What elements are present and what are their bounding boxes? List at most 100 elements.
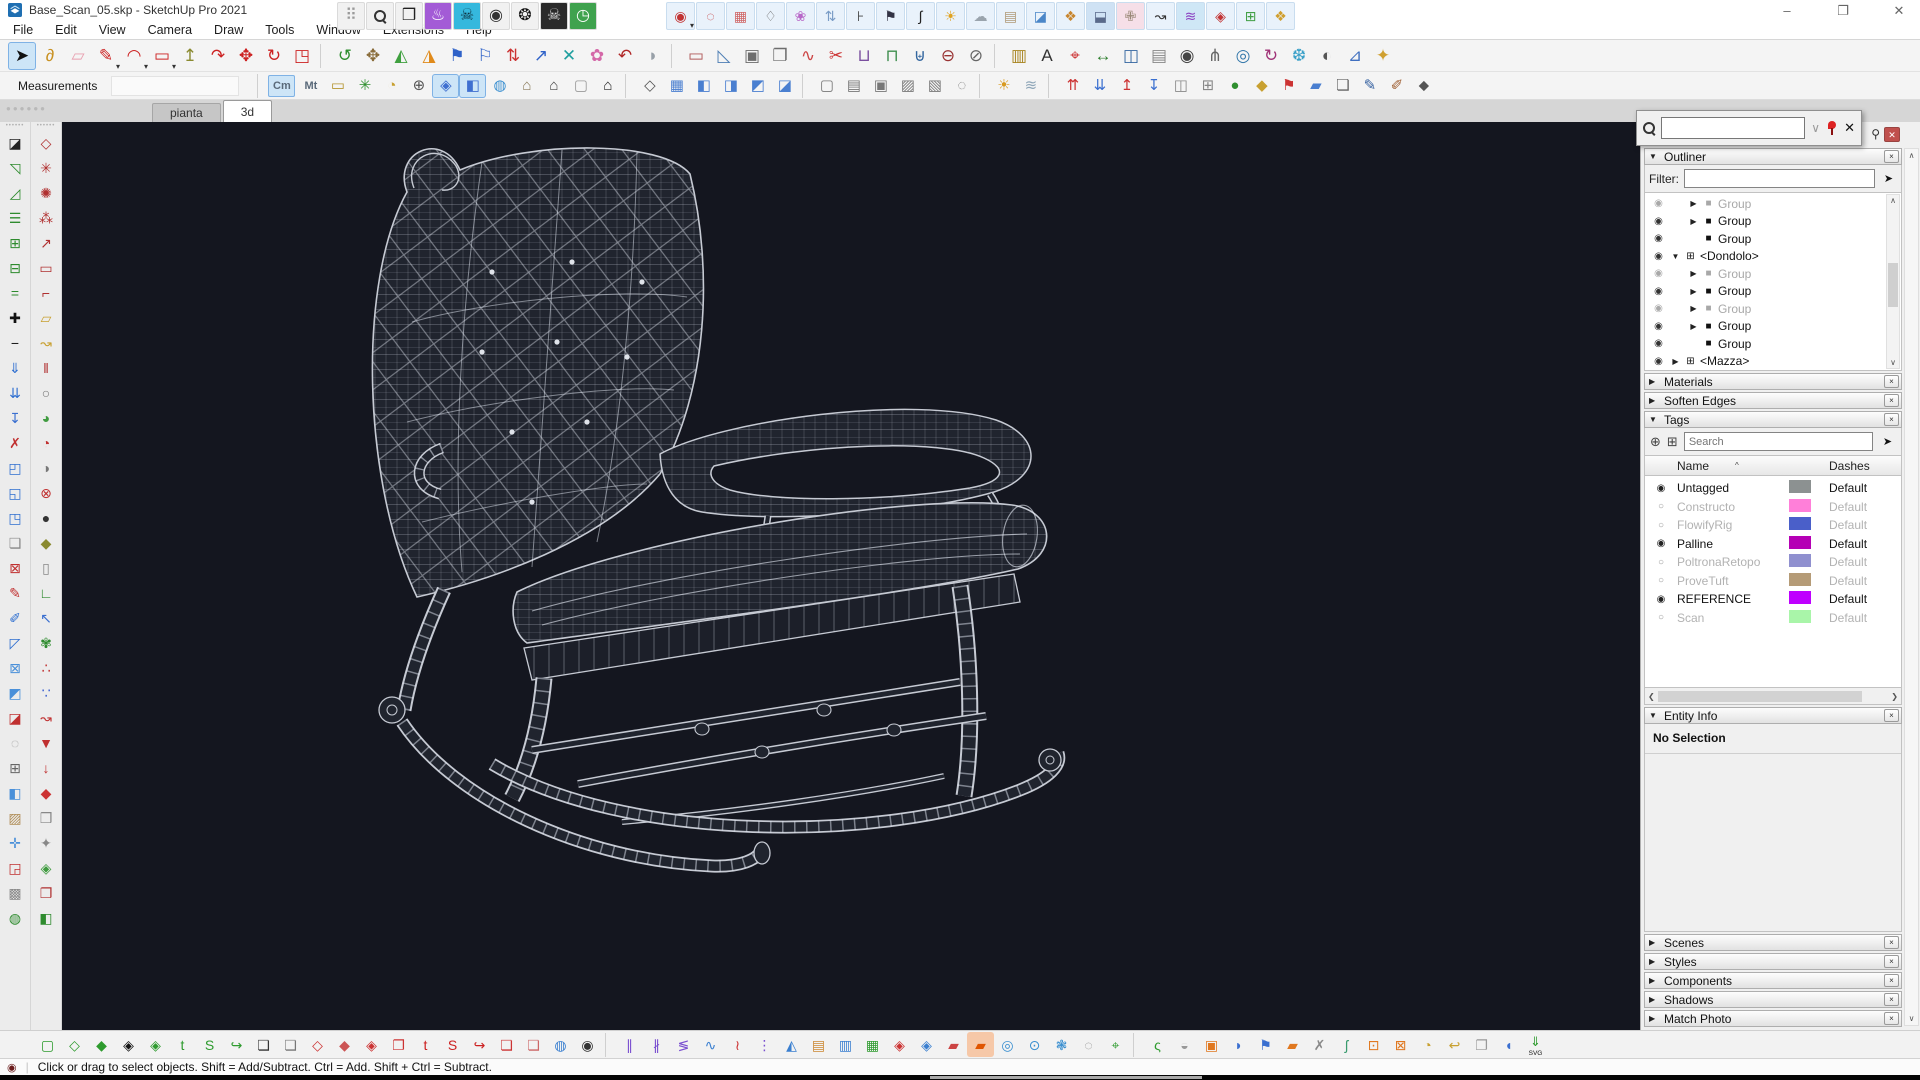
look-around-icon[interactable]: ◎ (1229, 42, 1257, 70)
scroll-left-icon[interactable]: ❮ (1648, 692, 1655, 701)
grid-corner-a-icon[interactable]: ◰ (2, 455, 28, 480)
plugin-skull-dark-icon[interactable]: ☠ (540, 2, 568, 30)
color-swatch[interactable] (1789, 480, 1811, 493)
box-x-blue-icon[interactable]: ⊠ (2, 655, 28, 680)
fog-icon[interactable]: ≋ (1017, 74, 1044, 98)
curl-green-icon[interactable]: ς (1144, 1032, 1171, 1057)
drop-blue-icon[interactable]: ↧ (2, 405, 28, 430)
material-book-icon[interactable]: ▤ (996, 2, 1025, 30)
diamond-red-icon[interactable]: ◆ (331, 1032, 358, 1057)
turn-icon[interactable]: ↻ (1257, 42, 1285, 70)
tag-row[interactable]: ○ConstructoDefault (1645, 498, 1901, 517)
dashes-column-header[interactable]: Dashes (1829, 459, 1901, 473)
visibility-eye-icon[interactable]: ◉ (1650, 233, 1667, 244)
name-column-header[interactable]: Name ^ (1677, 459, 1789, 473)
add-tag-folder-icon[interactable]: ⊞ (1667, 434, 1678, 450)
add-tag-icon[interactable]: ⊕ (1650, 434, 1661, 450)
tag-swatch-cell[interactable] (1789, 536, 1829, 552)
vertex-star-icon[interactable]: ✺ (33, 180, 59, 205)
panel-header-shadows[interactable]: ▶Shadows× (1644, 991, 1902, 1008)
arrows-up-icon[interactable]: ⇈ (1059, 74, 1086, 98)
bezier-red-dots-icon[interactable]: ∴ (33, 655, 59, 680)
panel-header-match-photo[interactable]: ▶Match Photo× (1644, 1010, 1902, 1027)
note-sheet-icon[interactable]: ❏ (2, 530, 28, 555)
render-teapot-icon[interactable]: ♨ (424, 2, 452, 30)
tag-swatch-cell[interactable] (1789, 554, 1829, 570)
tag-row[interactable]: ◉PallineDefault (1645, 535, 1901, 554)
select-face-icon[interactable]: ◪ (2, 130, 28, 155)
eye-hidden-icon[interactable]: ○ (1645, 612, 1677, 623)
tag-dashes[interactable]: Default (1829, 611, 1901, 625)
close-icon[interactable]: × (1884, 993, 1899, 1006)
slashes-purple-icon[interactable]: ∦ (643, 1032, 670, 1057)
poly-vertices-icon[interactable]: ◇ (33, 130, 59, 155)
tag-dashes[interactable]: Default (1829, 481, 1901, 495)
view-iso-icon[interactable]: ◇ (636, 74, 663, 98)
half-moon-icon[interactable]: ◐ (1313, 42, 1341, 70)
pencil-brown-icon[interactable]: ✐ (1383, 74, 1410, 98)
vertex-burst-icon[interactable]: ✳ (33, 155, 59, 180)
list-bars-icon[interactable]: ☰ (2, 205, 28, 230)
chevron-right-icon[interactable]: ▶ (1688, 217, 1699, 226)
drop-down-icon[interactable]: ↧ (1140, 74, 1167, 98)
camera-icon[interactable]: ◉ (1173, 42, 1201, 70)
eye-visible-icon[interactable]: ◉ (1645, 538, 1677, 549)
view-top-icon[interactable]: ▦ (663, 74, 690, 98)
s-red-icon[interactable]: S (439, 1032, 466, 1057)
scene-tab-3d[interactable]: 3d (223, 100, 272, 122)
section-icon[interactable]: ◫ (1117, 42, 1145, 70)
sphere-half-icon[interactable]: ◑ (33, 455, 59, 480)
solid-union-icon[interactable]: ⊔ (850, 42, 878, 70)
visibility-eye-icon[interactable]: ◉ (1650, 216, 1667, 227)
frame-red-icon[interactable]: ⊠ (2, 555, 28, 580)
scroll-up-icon[interactable]: ∧ (1890, 196, 1896, 205)
visibility-eye-icon[interactable]: ◉ (1650, 286, 1667, 297)
book-gray-icon[interactable]: ❏ (277, 1032, 304, 1057)
diamond-outline-red-icon[interactable]: ◇ (304, 1032, 331, 1057)
tag-dashes[interactable]: Default (1829, 500, 1901, 514)
tri-corner-icon[interactable]: ◸ (2, 630, 28, 655)
scroll-down-icon[interactable]: ∨ (1890, 358, 1896, 367)
frame-pencil-icon[interactable]: ✎ (2, 580, 28, 605)
cloud-icon[interactable]: ☁ (966, 2, 995, 30)
poly-orange-icon[interactable]: ▰ (1279, 1032, 1306, 1057)
cup-gray-icon[interactable]: ◒ (1171, 1032, 1198, 1057)
sheet-icon[interactable]: ❏ (1329, 74, 1356, 98)
menu-view[interactable]: View (88, 23, 137, 37)
panel-header-entity-info[interactable]: ▼ Entity Info × (1644, 707, 1902, 724)
shield-icon[interactable]: ♢ (756, 2, 785, 30)
color-swatch[interactable] (1789, 554, 1811, 567)
toolbar-grip[interactable]: •••••• (37, 123, 56, 130)
hatch-gray-icon[interactable]: ▩ (2, 880, 28, 905)
book-red2-icon[interactable]: ❏ (520, 1032, 547, 1057)
dot-green-icon[interactable]: ● (1221, 74, 1248, 98)
color-swatch[interactable] (1789, 517, 1811, 530)
spark-gray-icon[interactable]: ✦ (33, 830, 59, 855)
geolocation-icon[interactable]: ◉ (7, 1061, 17, 1074)
sphere-red-icon[interactable]: ◔ (33, 430, 59, 455)
outliner-item[interactable]: ◉▶■Group (1650, 300, 1883, 318)
target-icon[interactable]: ⊕ (405, 74, 432, 98)
outliner-item[interactable]: ◉▶■Group (1650, 318, 1883, 336)
visibility-eye-icon[interactable]: ◉ (1650, 321, 1667, 332)
shape-group-icon[interactable]: ❖ (1266, 2, 1295, 30)
tag-swatch-cell[interactable] (1789, 610, 1829, 626)
menu-draw[interactable]: Draw (203, 23, 254, 37)
tag-swatch-cell[interactable] (1789, 573, 1829, 589)
pushpin-olive-icon[interactable]: ◆ (33, 530, 59, 555)
lines-purple-icon[interactable]: ∥ (616, 1032, 643, 1057)
stamp-icon[interactable]: ▣ (738, 42, 766, 70)
tag-dashes[interactable]: Default (1829, 537, 1901, 551)
tray-pin-icon[interactable]: ⚲ (1871, 127, 1880, 141)
outliner-item[interactable]: ◉▶⊞<Mazza> (1650, 353, 1883, 371)
overlay-search-input[interactable] (1661, 117, 1805, 139)
press-down-icon[interactable]: ▼ (33, 730, 59, 755)
close-icon[interactable]: × (1884, 974, 1899, 987)
close-button[interactable]: ✕ (1892, 3, 1906, 19)
diamond-gold-icon[interactable]: ◆ (1248, 74, 1275, 98)
tags-column-header[interactable]: Name ^ Dashes (1644, 456, 1902, 476)
half-green-icon[interactable]: ◧ (33, 905, 59, 930)
panel-header-scenes[interactable]: ▶Scenes× (1644, 934, 1902, 951)
outliner-item[interactable]: ◉■Group (1650, 335, 1883, 353)
eraser-icon[interactable]: ▱ (64, 42, 92, 70)
